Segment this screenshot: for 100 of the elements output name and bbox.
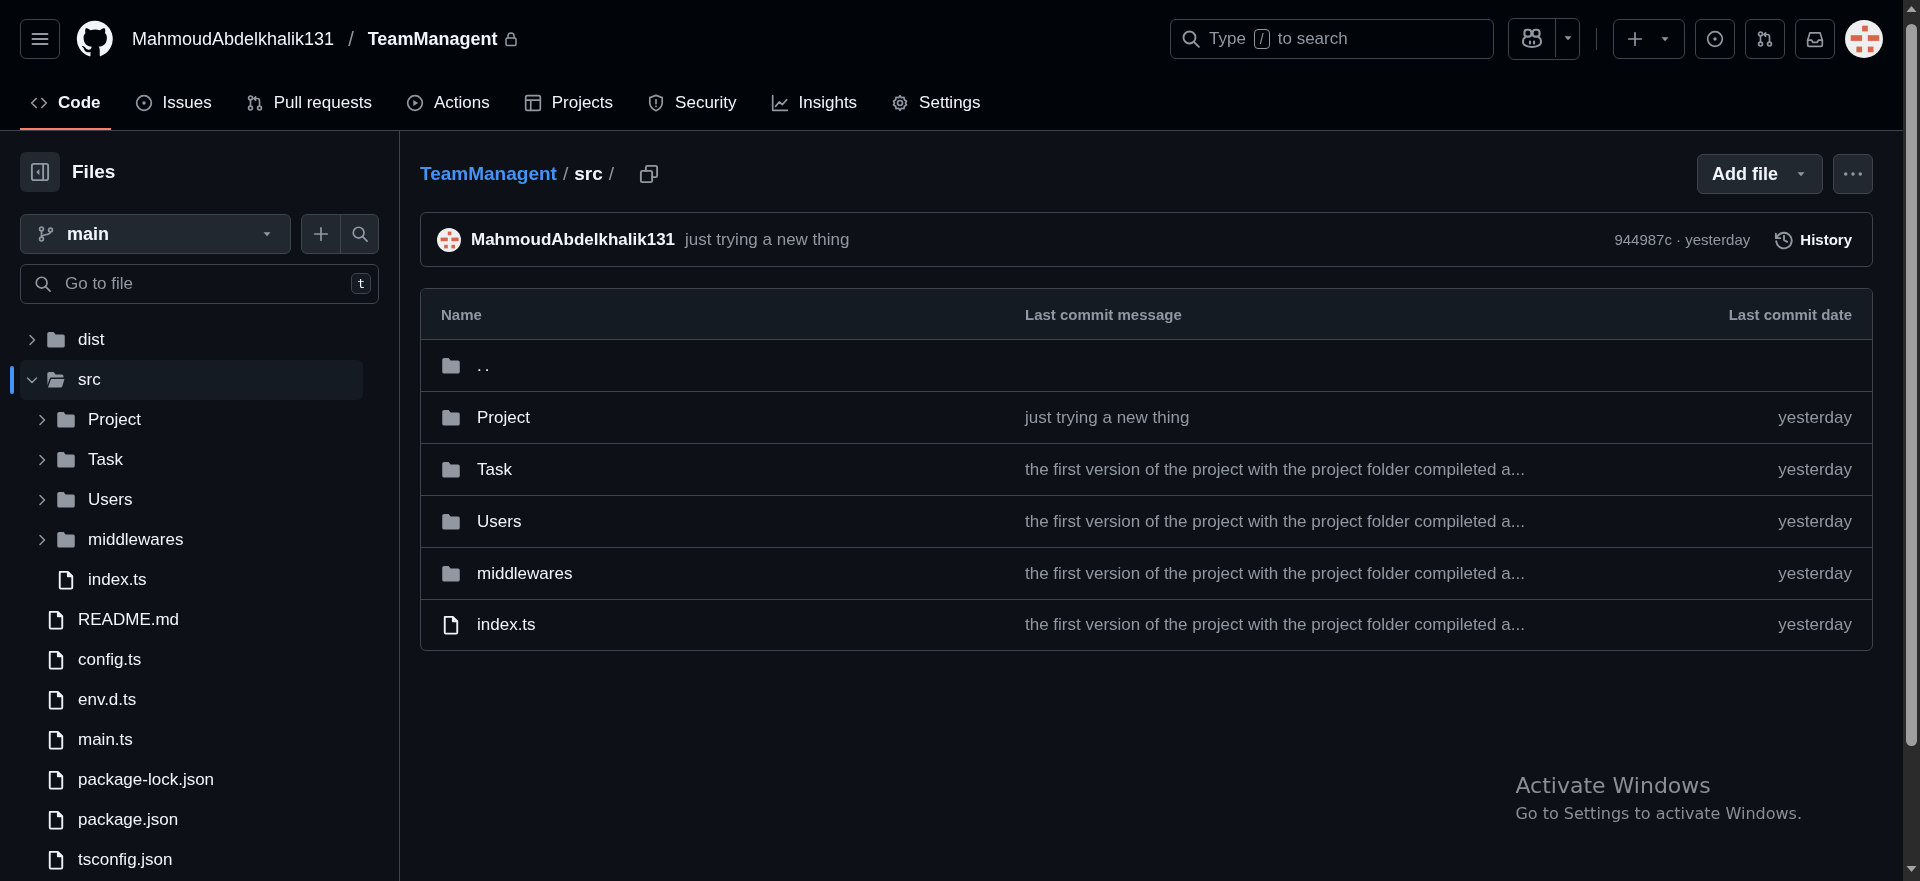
- avatar[interactable]: [437, 227, 461, 252]
- commit-date: yesterday: [1778, 511, 1852, 531]
- tree-item[interactable]: env.d.ts: [20, 680, 363, 720]
- issue-icon: [134, 94, 153, 112]
- tree-item[interactable]: index.ts: [20, 560, 363, 600]
- commit-date: yesterday: [1778, 407, 1852, 427]
- plus-icon: [312, 225, 330, 243]
- repo-link[interactable]: TeamManagent: [420, 163, 557, 185]
- file-icon: [46, 770, 66, 790]
- history-button[interactable]: History: [1774, 229, 1852, 250]
- sidebar-toggle-button[interactable]: [20, 152, 60, 192]
- shortcut-key: t: [351, 273, 371, 294]
- tree-item[interactable]: package-lock.json: [20, 760, 363, 800]
- repo-link[interactable]: TeamManagent: [367, 28, 498, 50]
- tree-item[interactable]: README.md: [20, 600, 363, 640]
- file-name-link[interactable]: Task: [477, 459, 512, 480]
- search-icon: [1181, 29, 1201, 49]
- commit-message-link[interactable]: the first version of the project with the project folder compileted a...: [1025, 511, 1525, 531]
- folder-icon: [441, 355, 461, 376]
- path-separator: /: [608, 163, 614, 185]
- tree-item[interactable]: package.json: [20, 800, 363, 840]
- commit-author-link[interactable]: MahmoudAbdelkhalik131: [471, 229, 676, 250]
- selection-indicator: [10, 366, 14, 394]
- folder-icon: [56, 410, 76, 430]
- file-icon: [46, 610, 66, 630]
- create-button[interactable]: [1613, 19, 1685, 59]
- scrollbar[interactable]: [1903, 0, 1920, 881]
- commit-sha-time[interactable]: 944987c · yesterday: [1614, 231, 1751, 248]
- commit-message-link[interactable]: the first version of the project with the project folder compileted a...: [1025, 459, 1525, 479]
- file-name-link[interactable]: Project: [477, 407, 530, 428]
- commit-date: yesterday: [1778, 563, 1852, 583]
- column-header: Name: [441, 305, 483, 323]
- column-header: Last commit date: [1727, 305, 1852, 323]
- tree-item[interactable]: Project: [20, 400, 363, 440]
- search-icon: [350, 225, 369, 243]
- column-header: Last commit message: [1025, 305, 1183, 323]
- tree-item[interactable]: tsconfig.json: [20, 840, 363, 880]
- file-icon: [46, 730, 66, 750]
- parent-directory-link[interactable]: ..: [477, 355, 493, 376]
- path-separator: /: [348, 27, 354, 51]
- search-icon: [34, 275, 52, 293]
- nav-tab[interactable]: Code: [20, 78, 111, 130]
- inbox-button[interactable]: [1795, 19, 1835, 59]
- nav-tab[interactable]: Security: [637, 78, 747, 130]
- graph-icon: [770, 94, 789, 112]
- folder-icon: [441, 459, 461, 480]
- menu-button[interactable]: [20, 19, 60, 59]
- file-icon: [46, 850, 66, 870]
- tree-item[interactable]: config.ts: [20, 640, 363, 680]
- shield-icon: [647, 94, 666, 112]
- tree-item[interactable]: dist: [20, 320, 363, 360]
- file-name-link[interactable]: index.ts: [477, 615, 536, 635]
- pull-requests-button[interactable]: [1745, 19, 1785, 59]
- pull-request-icon: [1756, 30, 1774, 48]
- file-icon: [56, 570, 76, 590]
- folder-icon: [441, 563, 461, 584]
- add-file-menu-button[interactable]: Add file: [1697, 154, 1823, 194]
- file-icon: [46, 650, 66, 670]
- avatar[interactable]: [1845, 20, 1883, 58]
- commit-message-link[interactable]: the first version of the project with the project folder compileted a...: [1025, 563, 1525, 583]
- path-separator: /: [562, 163, 569, 185]
- file-name-link[interactable]: middlewares: [477, 563, 573, 584]
- gear-icon: [891, 94, 910, 112]
- nav-tab[interactable]: Insights: [760, 78, 868, 130]
- bot-icon: [1521, 27, 1543, 49]
- open-folder-icon: [46, 370, 66, 390]
- nav-tab[interactable]: Settings: [881, 78, 991, 130]
- file-icon: [46, 690, 66, 710]
- logo-icon: [76, 20, 114, 58]
- pull-request-icon: [245, 94, 264, 112]
- commit-date: yesterday: [1778, 459, 1852, 479]
- copy-icon: [639, 164, 659, 184]
- tree-item[interactable]: middlewares: [20, 520, 363, 560]
- nav-tab[interactable]: Actions: [395, 78, 500, 130]
- file-icon: [441, 615, 461, 635]
- commit-message-link[interactable]: the first version of the project with the project folder compileted a...: [1025, 615, 1525, 634]
- tray-icon: [1806, 30, 1824, 48]
- file-name-link[interactable]: Users: [477, 511, 522, 532]
- nav-tab[interactable]: Projects: [513, 78, 624, 130]
- history-icon: [1774, 229, 1795, 250]
- folder-icon: [56, 490, 76, 510]
- issues-button[interactable]: [1695, 19, 1735, 59]
- commit-date: yesterday: [1778, 615, 1852, 634]
- tree-item[interactable]: Users: [20, 480, 363, 520]
- tree-item[interactable]: Task: [20, 440, 363, 480]
- activation-notice-text: Go to Settings to activate Windows.: [1515, 804, 1802, 823]
- branch-selector[interactable]: main: [20, 214, 291, 254]
- sidebar-icon: [30, 162, 50, 182]
- nav-tab[interactable]: Issues: [124, 78, 222, 130]
- commit-message-link[interactable]: just trying a new thing: [685, 229, 850, 250]
- owner-link[interactable]: MahmoudAbdelkhalik131: [132, 28, 335, 50]
- commit-message-link[interactable]: just trying a new thing: [1025, 407, 1190, 427]
- folder-icon: [441, 407, 461, 428]
- nav-tab[interactable]: Pull requests: [235, 78, 382, 130]
- branch-icon: [37, 225, 55, 243]
- search-field[interactable]: Type / to search: [1170, 19, 1494, 59]
- tree-item[interactable]: main.ts: [20, 720, 363, 760]
- current-folder: src: [574, 163, 603, 185]
- activation-notice-title: Activate Windows: [1515, 773, 1712, 798]
- issue-icon: [1706, 30, 1724, 48]
